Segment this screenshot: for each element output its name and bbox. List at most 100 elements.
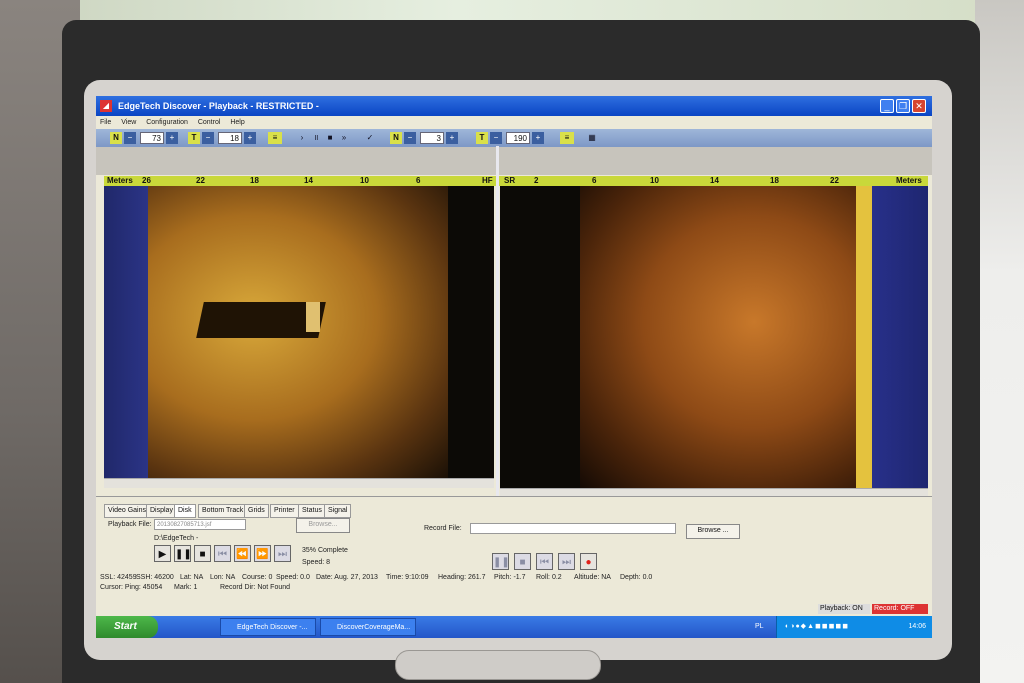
left-t-label: T [188,132,200,144]
right-gain-minus-button[interactable]: − [404,132,416,144]
directory-text: D:\EdgeTech - [154,535,199,542]
stop-icon[interactable]: ■ [324,132,336,144]
status-ssh: SSH: 46200 [136,574,174,581]
app-logo-icon: ◢ [100,100,112,112]
status-bar: SSL: 42459 SSH: 46200 Lat: NA Lon: NA Co… [96,572,932,596]
pause-icon[interactable]: ॥ [310,132,322,144]
status-heading: Heading: 261.7 [438,574,486,581]
record-forward-button[interactable]: ⏭ [558,553,575,570]
tab-signal[interactable]: Signal [324,504,352,518]
fast-forward-icon[interactable]: » [338,132,350,144]
playback-first-button[interactable]: ⏮ [214,545,231,562]
menu-help[interactable]: Help [226,116,248,129]
tray-icons[interactable]: ◐◑●◆▲◼◼◼◼◼ [785,616,849,638]
tab-bottom-track[interactable]: Bottom Track [198,504,248,518]
status-altitude: Altitude: NA [574,574,611,581]
left-gain-plus-button[interactable]: + [166,132,178,144]
play-icon[interactable]: › [296,132,308,144]
screen: EdgeTech Discover - Playback - RESTRICTE… [96,96,932,638]
menu-file[interactable]: File [96,116,115,129]
ruler-tick: 22 [830,176,839,185]
playback-stop-button[interactable]: ■ [194,545,211,562]
seafloor-bright-edge [856,186,872,488]
seafloor-starboard [580,186,870,488]
ruler-tick: 14 [304,176,313,185]
ruler-tick: 18 [770,176,779,185]
taskbar-item-coverage[interactable]: DiscoverCoverageMa... [320,618,416,636]
playback-forward-button[interactable]: ⏩ [254,545,271,562]
title-bar: EdgeTech Discover - Playback - RESTRICTE… [96,96,932,116]
right-t-plus-button[interactable]: + [532,132,544,144]
record-file-label: Record File: [424,525,462,532]
ruler-right-unit: Meters [896,176,922,185]
playback-pause-button[interactable]: ❚❚ [174,545,192,562]
playback-play-button[interactable]: ▶ [154,545,171,562]
ruler-left-end: HF [482,176,493,185]
ruler-left-unit: Meters [107,176,133,185]
right-t-label: T [476,132,488,144]
status-pitch: Pitch: -1.7 [494,574,526,581]
playback-file-field[interactable]: 20130827085713.jsf [154,519,246,530]
playback-browse-button[interactable]: Browse... [296,518,350,533]
record-button[interactable]: ● [580,553,597,570]
taskbar-item-edgetech[interactable]: EdgeTech Discover -... [220,618,316,636]
status-course: Course: 0 [242,574,273,581]
tab-display[interactable]: Display [146,504,177,518]
tab-grids[interactable]: Grids [244,504,269,518]
playback-last-button[interactable]: ⏭ [274,545,291,562]
palette-icon[interactable]: ≡ [268,132,282,144]
sonar-starboard-pane[interactable] [500,186,928,488]
record-rewind-button[interactable]: ⏮ [536,553,553,570]
ruler-tick: 10 [650,176,659,185]
sonar-port-pane[interactable] [104,186,494,478]
menu-configuration[interactable]: Configuration [142,116,192,129]
close-button[interactable]: ✕ [912,99,926,113]
palette-icon-right[interactable]: ≡ [560,132,574,144]
status-record-dir: Record Dir: Not Found [220,584,291,591]
record-file-field[interactable] [470,523,676,534]
tab-video-gains[interactable]: Video Gains [104,504,151,518]
menu-view[interactable]: View [117,116,140,129]
right-t-value[interactable]: 190 [506,132,530,144]
playback-rewind-button[interactable]: ⏪ [234,545,251,562]
left-t-value[interactable]: 18 [218,132,242,144]
minimize-button[interactable]: _ [880,99,894,113]
record-pause-button[interactable]: ❚❚ [492,553,510,570]
port-scrollbar[interactable] [104,478,494,488]
left-t-minus-button[interactable]: − [202,132,214,144]
window-title: EdgeTech Discover - Playback - RESTRICTE… [118,101,319,111]
language-indicator[interactable]: PL [755,616,764,638]
status-cursor-ping: Cursor: Ping: 45054 [100,584,163,591]
right-gain-value[interactable]: 3 [420,132,444,144]
ruler-tick: 14 [710,176,719,185]
tab-status[interactable]: Status [298,504,326,518]
start-button[interactable]: Start [96,616,158,638]
status-speed: Speed: 0.0 [276,574,310,581]
grid-icon[interactable]: ▦ [586,132,598,144]
water-column-right [872,186,928,488]
ruler-tick: 18 [250,176,259,185]
left-gain-minus-button[interactable]: − [124,132,136,144]
restore-button[interactable]: ❐ [896,99,910,113]
record-stop-button[interactable]: ■ [514,553,531,570]
tab-printer[interactable]: Printer [270,504,299,518]
status-roll: Roll: 0.2 [536,574,562,581]
ruler-tick: 22 [196,176,205,185]
left-gain-value[interactable]: 73 [140,132,164,144]
target-object-highlight [306,302,320,332]
toolbar: N − 73 + T − 18 + ≡ › ॥ ■ » ✓ N − 3 + T … [96,129,932,147]
status-ssl: SSL: 42459 [100,574,137,581]
right-t-minus-button[interactable]: − [490,132,502,144]
playback-speed: Speed: 8 [302,559,331,566]
right-n-label: N [390,132,402,144]
status-lon: Lon: NA [210,574,236,581]
menu-control[interactable]: Control [194,116,225,129]
right-gain-plus-button[interactable]: + [446,132,458,144]
left-t-plus-button[interactable]: + [244,132,256,144]
room-wall-right [975,0,1024,683]
check-icon[interactable]: ✓ [364,132,376,144]
clock: 14:06 [908,623,926,630]
record-browse-button[interactable]: Browse ... [686,524,740,539]
tab-disk[interactable]: Disk [174,504,196,518]
taskbar: Start EdgeTech Discover -... DiscoverCov… [96,616,932,638]
